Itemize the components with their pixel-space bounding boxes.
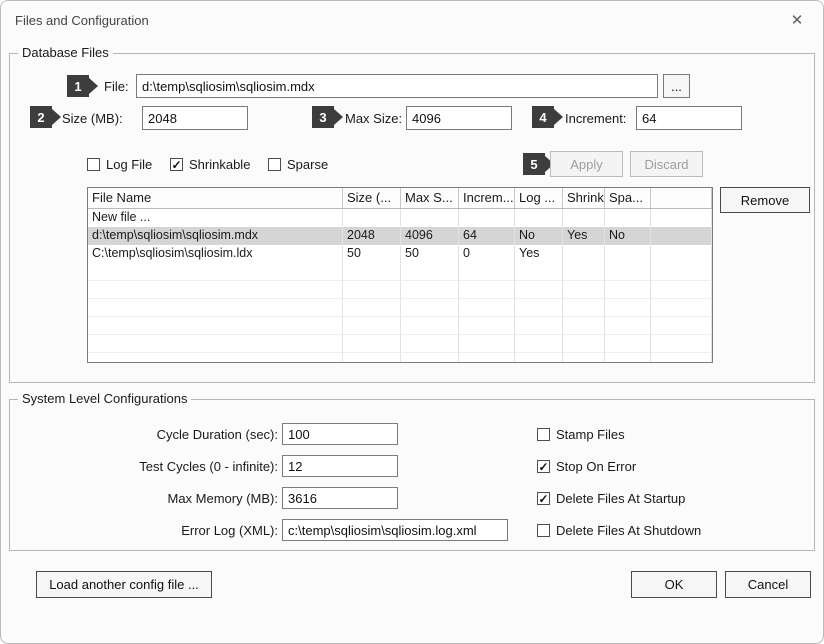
remove-button[interactable]: Remove bbox=[720, 187, 810, 213]
callout-arrow-icon bbox=[89, 78, 98, 94]
stop-on-error-checkbox-label: Stop On Error bbox=[556, 459, 636, 474]
checkbox-box bbox=[537, 524, 550, 537]
increment-label: Increment: bbox=[565, 111, 626, 126]
max-size-label: Max Size: bbox=[345, 111, 402, 126]
delete-files-at-startup-checkbox-label: Delete Files At Startup bbox=[556, 491, 685, 506]
column-header-increment[interactable]: Increm... bbox=[459, 188, 515, 208]
checkbox-box bbox=[170, 158, 183, 171]
apply-button[interactable]: Apply bbox=[550, 151, 623, 177]
column-header-log[interactable]: Log ... bbox=[515, 188, 563, 208]
checkbox-box bbox=[268, 158, 281, 171]
table-empty-row bbox=[88, 281, 712, 299]
error-log-input[interactable] bbox=[282, 519, 508, 541]
checkbox-box bbox=[537, 428, 550, 441]
cancel-button[interactable]: Cancel bbox=[725, 571, 811, 598]
delete-files-at-startup-checkbox[interactable]: Delete Files At Startup bbox=[537, 491, 685, 506]
shrinkable-checkbox-label: Shrinkable bbox=[189, 157, 250, 172]
sparse-checkbox-label: Sparse bbox=[287, 157, 328, 172]
load-config-file-button[interactable]: Load another config file ... bbox=[36, 571, 212, 598]
callout-1-badge: 1 bbox=[67, 75, 98, 97]
callout-4-badge: 4 bbox=[532, 106, 563, 128]
file-label: File: bbox=[104, 79, 129, 94]
database-files-group: Database Files 1 File: ... 2 Size (MB): … bbox=[9, 53, 815, 383]
table-row-mdx-file[interactable]: d:\temp\sqliosim\sqliosim.mdx 2048 4096 … bbox=[88, 227, 712, 245]
callout-2-badge: 2 bbox=[30, 106, 61, 128]
browse-button[interactable]: ... bbox=[663, 74, 690, 98]
delete-files-at-shutdown-checkbox[interactable]: Delete Files At Shutdown bbox=[537, 523, 701, 538]
shrinkable-checkbox[interactable]: Shrinkable bbox=[170, 157, 250, 172]
column-header-sparse[interactable]: Spa... bbox=[605, 188, 651, 208]
close-icon[interactable]: ✕ bbox=[787, 11, 807, 29]
table-empty-row bbox=[88, 299, 712, 317]
window-title: Files and Configuration bbox=[15, 13, 149, 28]
checkbox-box bbox=[87, 158, 100, 171]
test-cycles-input[interactable] bbox=[282, 455, 398, 477]
callout-arrow-icon bbox=[52, 109, 61, 125]
size-input[interactable] bbox=[142, 106, 248, 130]
database-files-group-label: Database Files bbox=[18, 45, 113, 60]
table-empty-row bbox=[88, 317, 712, 335]
column-header-blank bbox=[651, 188, 712, 208]
callout-3-badge: 3 bbox=[312, 106, 343, 128]
callout-arrow-icon bbox=[334, 109, 343, 125]
column-header-max-size[interactable]: Max S... bbox=[401, 188, 459, 208]
column-header-file-name[interactable]: File Name bbox=[88, 188, 343, 208]
cycle-duration-input[interactable] bbox=[282, 423, 398, 445]
stop-on-error-checkbox[interactable]: Stop On Error bbox=[537, 459, 636, 474]
table-row-new-file[interactable]: New file ... bbox=[88, 209, 712, 227]
sparse-checkbox[interactable]: Sparse bbox=[268, 157, 328, 172]
checkbox-box bbox=[537, 460, 550, 473]
table-empty-row bbox=[88, 335, 712, 353]
discard-button[interactable]: Discard bbox=[630, 151, 703, 177]
delete-files-at-shutdown-checkbox-label: Delete Files At Shutdown bbox=[556, 523, 701, 538]
checkbox-box bbox=[537, 492, 550, 505]
error-log-label: Error Log (XML): bbox=[10, 523, 278, 538]
cycle-duration-label: Cycle Duration (sec): bbox=[10, 427, 278, 442]
file-list-table: File Name Size (... Max S... Increm... L… bbox=[87, 187, 713, 363]
test-cycles-label: Test Cycles (0 - infinite): bbox=[10, 459, 278, 474]
title-bar: Files and Configuration ✕ bbox=[1, 1, 823, 41]
stamp-files-checkbox-label: Stamp Files bbox=[556, 427, 625, 442]
table-row-ldx-file[interactable]: C:\temp\sqliosim\sqliosim.ldx 50 50 0 Ye… bbox=[88, 245, 712, 263]
files-and-configuration-dialog: Files and Configuration ✕ Database Files… bbox=[0, 0, 824, 644]
callout-arrow-icon bbox=[554, 109, 563, 125]
max-memory-label: Max Memory (MB): bbox=[10, 491, 278, 506]
file-list-header-row: File Name Size (... Max S... Increm... L… bbox=[88, 188, 712, 209]
table-empty-row bbox=[88, 263, 712, 281]
log-file-checkbox-label: Log File bbox=[106, 157, 152, 172]
size-label: Size (MB): bbox=[62, 111, 123, 126]
table-empty-row bbox=[88, 353, 712, 363]
max-size-input[interactable] bbox=[406, 106, 512, 130]
column-header-shrink[interactable]: Shrink bbox=[563, 188, 605, 208]
stamp-files-checkbox[interactable]: Stamp Files bbox=[537, 427, 625, 442]
system-level-configurations-group: System Level Configurations Cycle Durati… bbox=[9, 399, 815, 551]
column-header-size[interactable]: Size (... bbox=[343, 188, 401, 208]
system-config-group-label: System Level Configurations bbox=[18, 391, 191, 406]
increment-input[interactable] bbox=[636, 106, 742, 130]
file-path-input[interactable] bbox=[136, 74, 658, 98]
max-memory-input[interactable] bbox=[282, 487, 398, 509]
ok-button[interactable]: OK bbox=[631, 571, 717, 598]
log-file-checkbox[interactable]: Log File bbox=[87, 157, 152, 172]
